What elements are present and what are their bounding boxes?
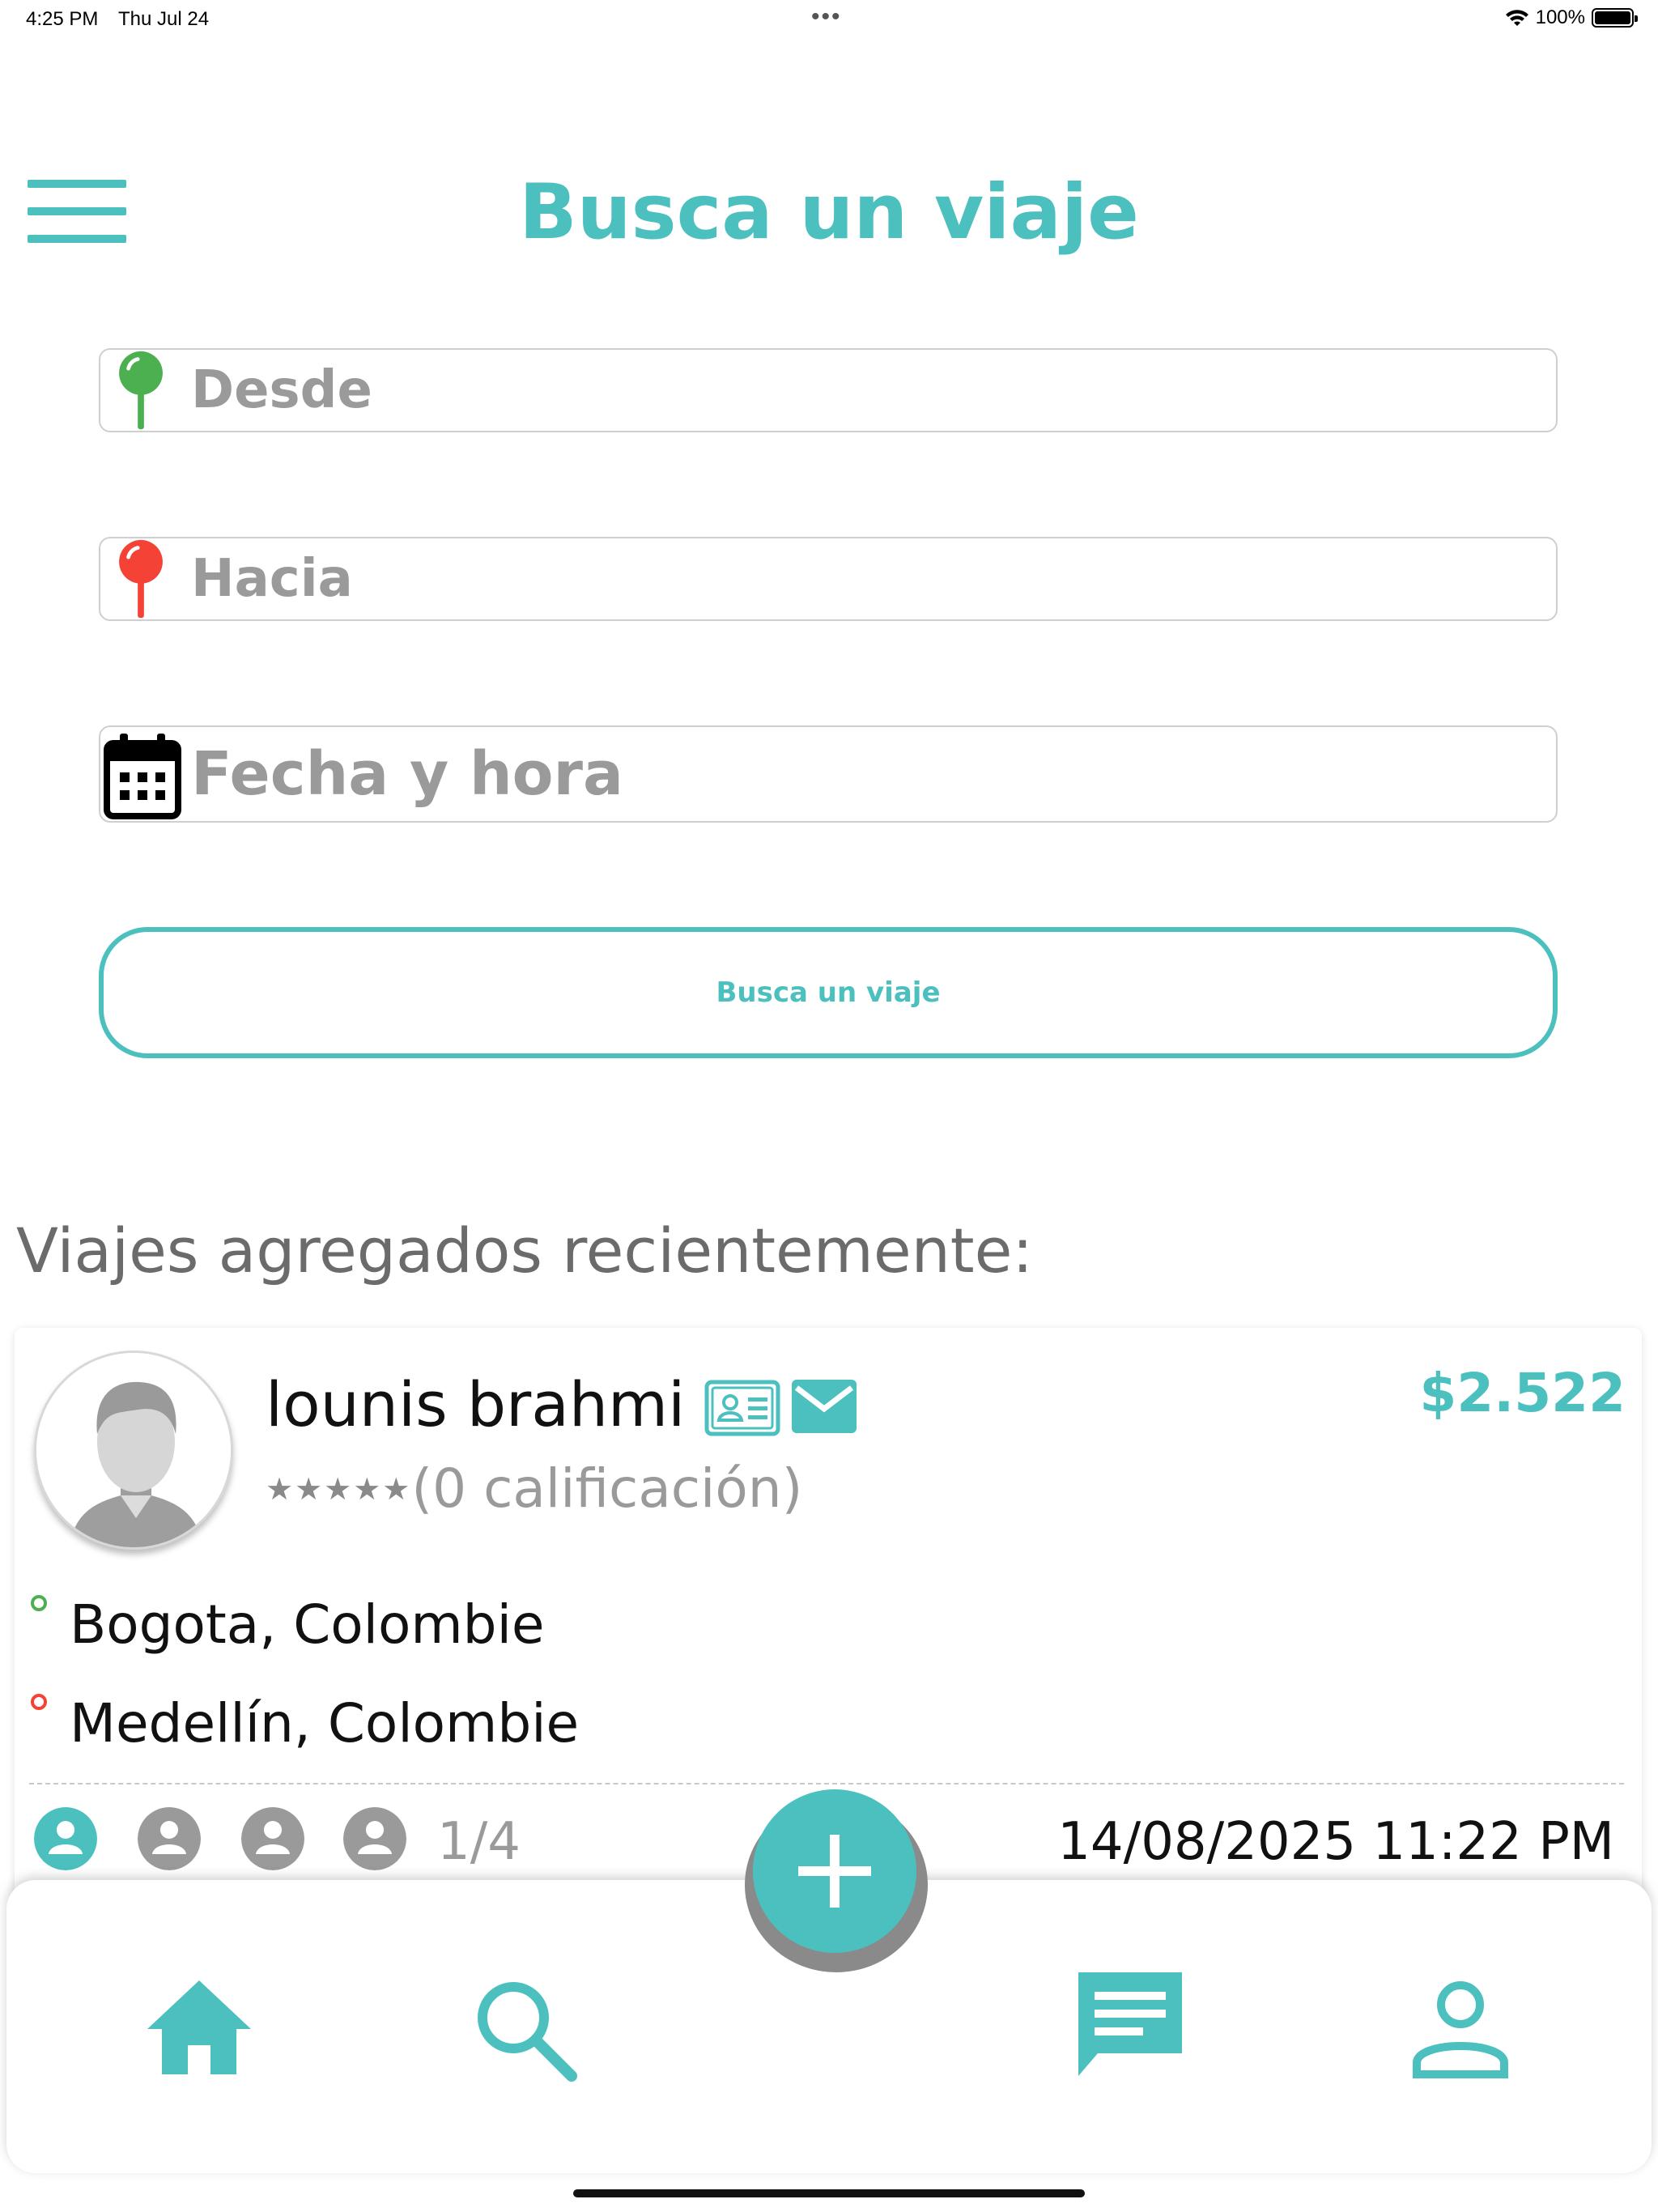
- from-placeholder: Desde: [191, 360, 372, 420]
- from-field[interactable]: Desde: [99, 348, 1558, 432]
- recent-trips-title: Viajes agregados recientemente:: [16, 1214, 1033, 1287]
- red-pin-icon: [119, 539, 163, 619]
- status-date: Thu Jul 24: [118, 8, 210, 30]
- status-indicators: 100%: [1505, 6, 1638, 29]
- origin-dot-icon: [31, 1595, 47, 1611]
- date-time-field[interactable]: Fecha y hora: [99, 725, 1558, 823]
- home-icon[interactable]: [142, 1972, 256, 2086]
- seat-free-icon: [343, 1807, 406, 1870]
- destination-dot-icon: [31, 1694, 47, 1710]
- trip-origin: Bogota, Colombie: [70, 1593, 545, 1656]
- home-indicator[interactable]: [573, 2189, 1085, 2197]
- profile-icon[interactable]: [1404, 1972, 1517, 2086]
- multitasking-dots-icon[interactable]: •••: [811, 3, 842, 31]
- driver-rating: ★★★★★ (0 calificación): [266, 1457, 802, 1520]
- search-trip-button-label: Busca un viaje: [716, 976, 941, 1009]
- email-icon: [792, 1380, 857, 1433]
- seat-count: 1/4: [437, 1812, 521, 1872]
- id-card-icon: [704, 1380, 780, 1436]
- add-icon: [798, 1835, 871, 1908]
- divider: [29, 1783, 1624, 1784]
- battery-percent: 100%: [1535, 6, 1585, 28]
- driver-name: lounis brahmi: [266, 1368, 686, 1440]
- rating-stars: ★★★★★: [266, 1470, 412, 1507]
- seat-taken-icon: [34, 1807, 97, 1870]
- rating-count: (0 calificación): [411, 1457, 803, 1520]
- wifi-icon: [1505, 10, 1528, 26]
- search-icon[interactable]: [468, 1972, 581, 2086]
- chat-icon[interactable]: [1073, 1972, 1187, 2086]
- trip-price: $2.522: [1419, 1362, 1626, 1424]
- calendar-icon: [104, 734, 181, 819]
- trip-destination: Medellín, Colombie: [70, 1692, 580, 1755]
- battery-icon: [1592, 8, 1638, 28]
- add-trip-button[interactable]: [753, 1789, 916, 1953]
- to-placeholder: Hacia: [191, 549, 353, 609]
- seat-free-icon: [138, 1807, 201, 1870]
- avatar: [34, 1351, 233, 1550]
- page-title: Busca un viaje: [519, 168, 1139, 257]
- status-bar: 4:25 PM Thu Jul 24 ••• 100%: [0, 0, 1658, 39]
- search-trip-button[interactable]: Busca un viaje: [99, 927, 1558, 1058]
- green-pin-icon: [119, 351, 163, 430]
- default-avatar-icon: [36, 1353, 231, 1547]
- status-time: 4:25 PM: [26, 8, 99, 30]
- to-field[interactable]: Hacia: [99, 537, 1558, 621]
- seat-free-icon: [241, 1807, 304, 1870]
- date-placeholder: Fecha y hora: [191, 739, 623, 809]
- trip-datetime: 14/08/2025 11:22 PM: [1057, 1812, 1614, 1872]
